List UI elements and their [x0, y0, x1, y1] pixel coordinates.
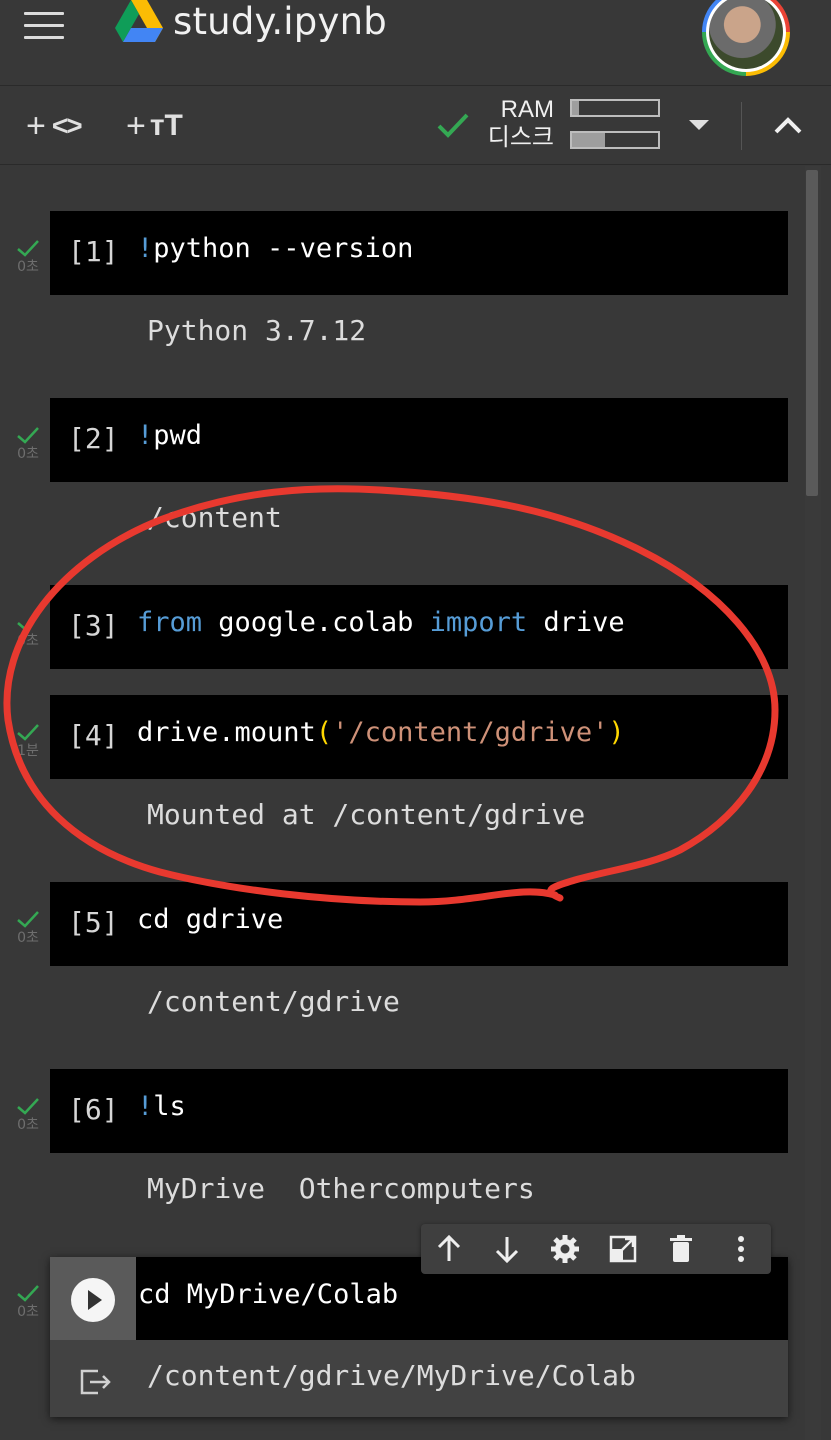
bang: ! [137, 420, 154, 451]
resource-labels[interactable]: RAM 디스크 [484, 96, 554, 152]
cell-output: /content/gdrive/MyDrive/Colab [147, 1359, 636, 1392]
add-text-cell-button[interactable]: + тT [126, 109, 183, 143]
code-cell[interactable]: [2] !pwd [50, 398, 788, 482]
ram-meter[interactable] [570, 99, 660, 117]
exec-time: 0초 [17, 930, 39, 946]
exec-count: [6] [68, 1093, 119, 1126]
code-cell[interactable]: [6] !ls [50, 1069, 788, 1153]
caret-down-icon[interactable] [689, 120, 709, 130]
add-code-cell-button[interactable]: + <> [26, 109, 83, 143]
user-avatar[interactable] [702, 0, 790, 76]
cell-output: MyDrive Othercomputers [147, 1172, 535, 1205]
code-module: google.colab [202, 607, 430, 638]
paren-close: ) [608, 717, 625, 748]
check-icon [17, 240, 39, 257]
code-line[interactable]: cd MyDrive/Colab [138, 1279, 398, 1310]
play-icon[interactable] [71, 1278, 115, 1322]
code-cell[interactable]: [1] !python --version [50, 211, 788, 295]
red-annotation-circle [3, 485, 779, 906]
code-line[interactable]: !pwd [137, 420, 202, 451]
exec-time: 0초 [17, 259, 39, 275]
exec-count: [5] [68, 906, 119, 939]
output-exit-icon[interactable] [78, 1367, 112, 1397]
code-cell[interactable]: [4] drive.mount('/content/gdrive') [50, 695, 788, 779]
code-line[interactable]: drive.mount('/content/gdrive') [137, 717, 625, 748]
link-cell-icon[interactable] [607, 1233, 639, 1265]
cell-output: Python 3.7.12 [147, 314, 367, 347]
exec-count: [3] [68, 609, 119, 642]
cell-status: 0초 [10, 909, 46, 947]
code-cell[interactable]: [5] cd gdrive [50, 882, 788, 966]
code-line[interactable]: !ls [137, 1091, 186, 1122]
check-icon [17, 427, 39, 444]
exec-time: 0초 [17, 1304, 39, 1320]
ram-label: RAM [500, 96, 554, 123]
cell-status: 0초 [10, 612, 46, 650]
cell-status: 1분 [10, 722, 46, 760]
gear-icon[interactable] [549, 1233, 581, 1265]
exec-count: [4] [68, 719, 119, 752]
cell-output: /content [147, 501, 282, 534]
chevron-up-icon[interactable] [770, 108, 806, 144]
cell-status: 0초 [10, 425, 46, 463]
check-icon [17, 1098, 39, 1115]
keyword-import: import [429, 607, 528, 638]
code-name: drive [527, 607, 625, 638]
bang: ! [137, 233, 154, 264]
selected-code-cell[interactable]: cd MyDrive/Colab /content/gdrive/MyDrive… [50, 1257, 788, 1417]
code-text: python --version [153, 233, 414, 264]
check-icon [17, 724, 39, 741]
hamburger-menu-icon[interactable] [24, 12, 64, 40]
exec-time: 0초 [17, 633, 39, 649]
cell-status: 0초 [10, 1096, 46, 1134]
code-cell[interactable]: [3] from google.colab import drive [50, 585, 788, 669]
code-string: '/content/gdrive' [332, 717, 609, 748]
scrollbar-thumb[interactable] [806, 170, 818, 496]
code-text: ls [153, 1091, 186, 1122]
code-line[interactable]: !python --version [137, 233, 413, 264]
cell-status: 0초 [10, 238, 46, 276]
more-vert-icon[interactable] [725, 1233, 757, 1265]
run-area[interactable] [50, 1257, 136, 1340]
notebook-title[interactable]: study.ipynb [173, 0, 387, 43]
google-drive-icon [115, 0, 163, 42]
exec-time: 1분 [17, 743, 39, 759]
keyword-from: from [137, 607, 203, 638]
connected-check-icon[interactable] [436, 108, 470, 142]
disk-label: 디스크 [487, 124, 554, 151]
cell-toolbar [421, 1224, 771, 1274]
arrow-down-icon[interactable] [491, 1233, 523, 1265]
check-icon [17, 614, 39, 631]
arrow-up-icon[interactable] [433, 1233, 465, 1265]
bang: ! [137, 1091, 154, 1122]
exec-count: [2] [68, 422, 119, 455]
toolbar-divider [741, 102, 742, 150]
exec-count: [1] [68, 235, 119, 268]
cell-status: 0초 [10, 1283, 46, 1321]
exec-time: 0초 [17, 1117, 39, 1133]
check-icon [17, 1285, 39, 1302]
check-icon [17, 911, 39, 928]
top-bar: study.ipynb [0, 0, 831, 86]
cell-output: Mounted at /content/gdrive [147, 798, 586, 831]
paren-open: ( [315, 717, 333, 748]
exec-time: 0초 [17, 446, 39, 462]
code-line[interactable]: from google.colab import drive [137, 607, 625, 638]
cell-output: /content/gdrive [147, 985, 400, 1018]
trash-icon[interactable] [665, 1233, 697, 1265]
code-line[interactable]: cd gdrive [137, 904, 283, 935]
code-call: drive.mount [137, 717, 316, 748]
code-text: pwd [153, 420, 203, 451]
disk-meter[interactable] [570, 131, 660, 149]
